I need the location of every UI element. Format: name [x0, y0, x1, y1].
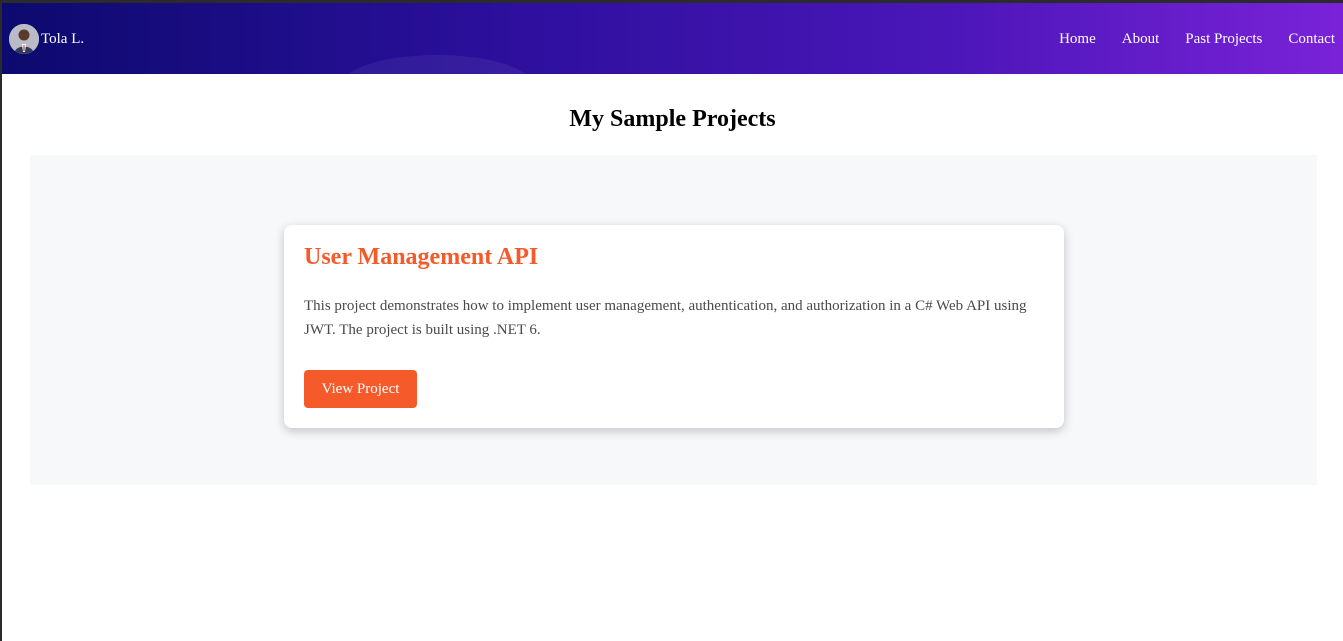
- nav-link-past-projects[interactable]: Past Projects: [1185, 29, 1262, 49]
- nav-link-about[interactable]: About: [1122, 29, 1160, 49]
- project-card: User Management API This project demonst…: [284, 225, 1064, 428]
- brand[interactable]: Tola L.: [9, 23, 84, 55]
- avatar: [9, 24, 39, 54]
- project-title: User Management API: [304, 244, 539, 270]
- page: Tola L. Home About Past Projects Contact…: [2, 3, 1343, 641]
- nav-link-contact[interactable]: Contact: [1288, 29, 1335, 49]
- brand-name[interactable]: Tola L.: [41, 31, 84, 48]
- page-title: My Sample Projects: [569, 106, 776, 132]
- project-description: This project demonstrates how to impleme…: [304, 298, 1027, 338]
- view-project-button[interactable]: View Project: [304, 370, 417, 408]
- navbar-decoration: [342, 55, 532, 74]
- nav-links: Home About Past Projects Contact: [1033, 29, 1335, 49]
- projects-section: User Management API This project demonst…: [30, 155, 1317, 485]
- nav-link-home[interactable]: Home: [1059, 29, 1096, 49]
- navbar: Tola L. Home About Past Projects Contact: [2, 3, 1343, 74]
